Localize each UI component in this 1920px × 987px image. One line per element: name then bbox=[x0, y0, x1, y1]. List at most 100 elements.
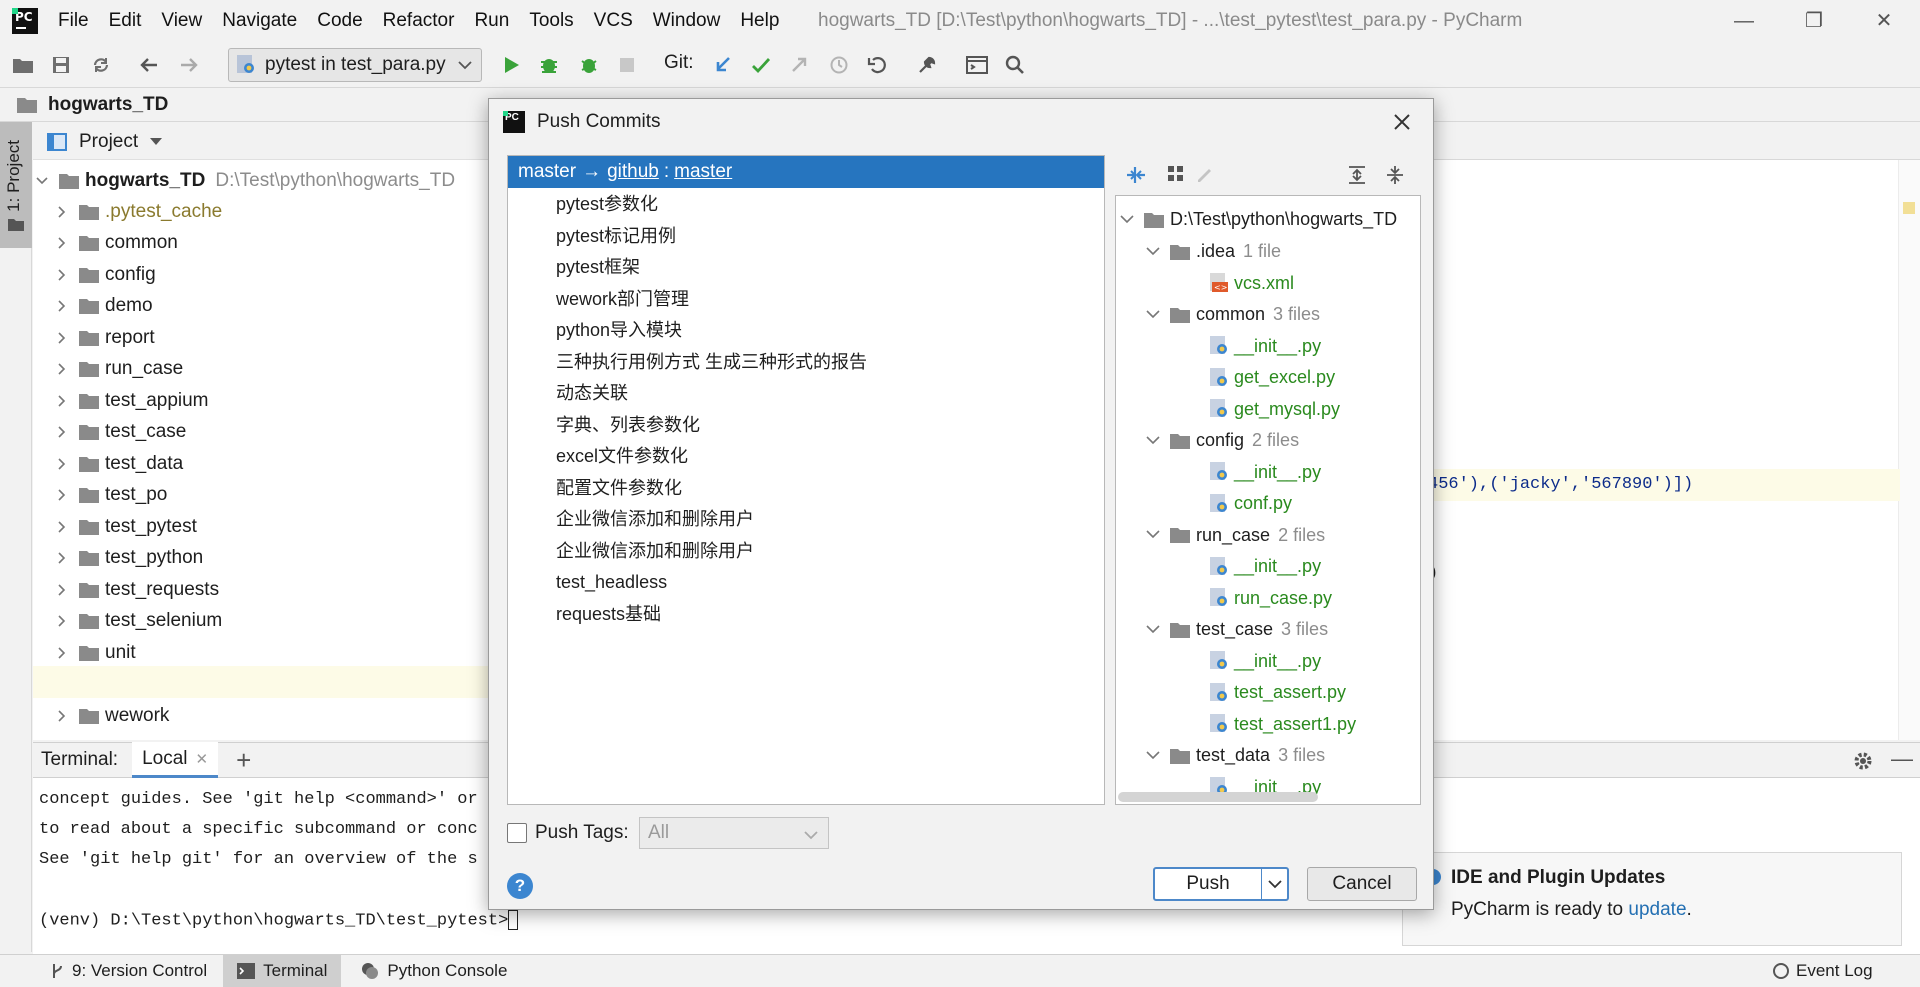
commit-item[interactable]: 企业微信添加和删除用户 bbox=[556, 536, 754, 567]
file-row[interactable]: test_assert1.py bbox=[1210, 709, 1356, 740]
file-row[interactable]: conf.py bbox=[1210, 488, 1292, 519]
gear-icon[interactable] bbox=[1853, 751, 1873, 771]
menu-item-run[interactable]: Run bbox=[474, 10, 509, 32]
folder-row[interactable]: run_case 2 files bbox=[1146, 520, 1325, 551]
cancel-button[interactable]: Cancel bbox=[1307, 867, 1417, 901]
chevron-down-icon[interactable] bbox=[1268, 879, 1282, 889]
run-with-coverage-icon[interactable] bbox=[574, 50, 604, 80]
commit-item[interactable]: 动态关联 bbox=[556, 378, 628, 409]
close-window-button[interactable]: ✕ bbox=[1862, 4, 1906, 38]
rollback-icon[interactable] bbox=[862, 50, 892, 80]
run-icon[interactable] bbox=[496, 50, 526, 80]
tree-item[interactable]: .pytest_cache bbox=[53, 196, 232, 227]
save-icon[interactable] bbox=[46, 50, 76, 80]
file-row[interactable]: get_excel.py bbox=[1210, 362, 1335, 393]
tree-item[interactable]: report bbox=[53, 322, 165, 353]
open-folder-icon[interactable] bbox=[8, 50, 38, 80]
commit-item[interactable]: pytest框架 bbox=[556, 252, 640, 283]
file-row[interactable]: __init__.py bbox=[1210, 646, 1321, 677]
menu-item-window[interactable]: Window bbox=[653, 10, 721, 32]
terminal-tab-local[interactable]: Local ✕ bbox=[132, 742, 219, 778]
chevron-down-icon[interactable] bbox=[1146, 246, 1160, 257]
restore-button[interactable]: ❐ bbox=[1792, 4, 1836, 38]
tree-item[interactable]: common bbox=[53, 228, 188, 259]
chevron-down-icon[interactable] bbox=[1146, 309, 1160, 320]
folder-row[interactable]: .idea 1 file bbox=[1146, 236, 1281, 267]
expand-all-icon[interactable] bbox=[1347, 165, 1367, 185]
chevron-right-icon[interactable] bbox=[53, 392, 71, 410]
hide-panel-button[interactable]: — bbox=[1891, 746, 1913, 772]
help-button[interactable]: ? bbox=[507, 873, 533, 899]
run-configuration-select[interactable]: pytest in test_para.py bbox=[228, 48, 482, 82]
commit-item[interactable]: excel文件参数化 bbox=[556, 441, 688, 472]
commit-item[interactable]: 字典、列表参数化 bbox=[556, 410, 700, 441]
push-tags-label[interactable]: Push Tags: bbox=[535, 822, 629, 844]
version-control-tab[interactable]: 9: Version Control bbox=[50, 961, 207, 981]
menu-item-edit[interactable]: Edit bbox=[109, 10, 142, 32]
menu-item-file[interactable]: File bbox=[58, 10, 89, 32]
folder-row[interactable]: test_case 3 files bbox=[1146, 614, 1328, 645]
file-row[interactable]: __init__.py bbox=[1210, 551, 1321, 582]
terminal-window-icon[interactable] bbox=[962, 50, 992, 80]
chevron-right-icon[interactable] bbox=[53, 644, 71, 662]
tree-item[interactable]: test_case bbox=[53, 417, 196, 448]
chevron-right-icon[interactable] bbox=[53, 329, 71, 347]
tree-item[interactable]: unit bbox=[53, 637, 146, 668]
group-by-icon[interactable] bbox=[1167, 165, 1185, 183]
expand-arrows-icon[interactable] bbox=[1125, 165, 1147, 185]
chevron-right-icon[interactable] bbox=[53, 360, 71, 378]
forward-arrow-icon[interactable] bbox=[174, 50, 204, 80]
chevron-right-icon[interactable] bbox=[53, 203, 71, 221]
remote-name-link[interactable]: github bbox=[607, 161, 659, 183]
tree-item[interactable]: demo bbox=[53, 291, 163, 322]
close-tab-icon[interactable]: ✕ bbox=[196, 750, 209, 768]
history-icon[interactable] bbox=[824, 50, 854, 80]
chevron-right-icon[interactable] bbox=[53, 266, 71, 284]
push-tags-select[interactable]: All bbox=[639, 817, 829, 849]
chevron-right-icon[interactable] bbox=[53, 423, 71, 441]
tree-item[interactable]: test_appium bbox=[53, 385, 219, 416]
chevron-right-icon[interactable] bbox=[53, 549, 71, 567]
search-icon[interactable] bbox=[1000, 50, 1030, 80]
commit-item[interactable]: test_headless bbox=[556, 567, 667, 598]
chevron-down-icon[interactable] bbox=[33, 172, 51, 190]
tree-item[interactable]: test_po bbox=[53, 480, 177, 511]
chevron-down-icon[interactable] bbox=[1120, 214, 1134, 225]
close-icon[interactable] bbox=[1393, 113, 1411, 131]
wrench-icon[interactable] bbox=[912, 50, 942, 80]
debug-icon[interactable] bbox=[534, 50, 564, 80]
push-button[interactable]: Push bbox=[1153, 867, 1289, 901]
tree-item[interactable]: test_python bbox=[53, 543, 213, 574]
sync-icon[interactable] bbox=[86, 50, 116, 80]
chevron-down-icon[interactable] bbox=[1146, 435, 1160, 446]
tree-item[interactable]: wework bbox=[53, 700, 179, 731]
chevron-down-icon[interactable] bbox=[150, 137, 163, 146]
tree-item[interactable]: test_requests bbox=[53, 574, 229, 605]
python-console-tab[interactable]: Python Console bbox=[361, 961, 507, 981]
push-tags-checkbox[interactable] bbox=[507, 823, 527, 843]
file-row[interactable]: get_mysql.py bbox=[1210, 394, 1340, 425]
chevron-right-icon[interactable] bbox=[53, 297, 71, 315]
remote-branch-link[interactable]: master bbox=[674, 161, 732, 183]
commit-item[interactable]: python导入模块 bbox=[556, 315, 682, 346]
tree-item[interactable]: test_data bbox=[53, 448, 193, 479]
chevron-down-icon[interactable] bbox=[1146, 750, 1160, 761]
commit-item[interactable]: requests基础 bbox=[556, 599, 661, 630]
menu-item-help[interactable]: Help bbox=[740, 10, 779, 32]
menu-item-refactor[interactable]: Refactor bbox=[383, 10, 455, 32]
minimize-button[interactable]: — bbox=[1722, 4, 1766, 38]
commit-item[interactable]: pytest参数化 bbox=[556, 189, 658, 220]
breadcrumb-project[interactable]: hogwarts_TD bbox=[48, 94, 168, 116]
tree-item[interactable]: test_selenium bbox=[53, 606, 232, 637]
event-log-tab[interactable]: Event Log bbox=[1772, 961, 1873, 981]
file-row[interactable]: test_assert.py bbox=[1210, 677, 1346, 708]
collapse-all-icon[interactable] bbox=[1385, 165, 1405, 185]
new-terminal-button[interactable]: + bbox=[236, 745, 251, 776]
chevron-right-icon[interactable] bbox=[53, 234, 71, 252]
commit-item[interactable]: wework部门管理 bbox=[556, 284, 689, 315]
chevron-right-icon[interactable] bbox=[53, 518, 71, 536]
back-arrow-icon[interactable] bbox=[134, 50, 164, 80]
branch-row[interactable]: master → github : master bbox=[508, 156, 1104, 188]
stop-icon[interactable] bbox=[612, 50, 642, 80]
update-notification[interactable]: IDE and Plugin Updates PyCharm is ready … bbox=[1402, 852, 1902, 946]
